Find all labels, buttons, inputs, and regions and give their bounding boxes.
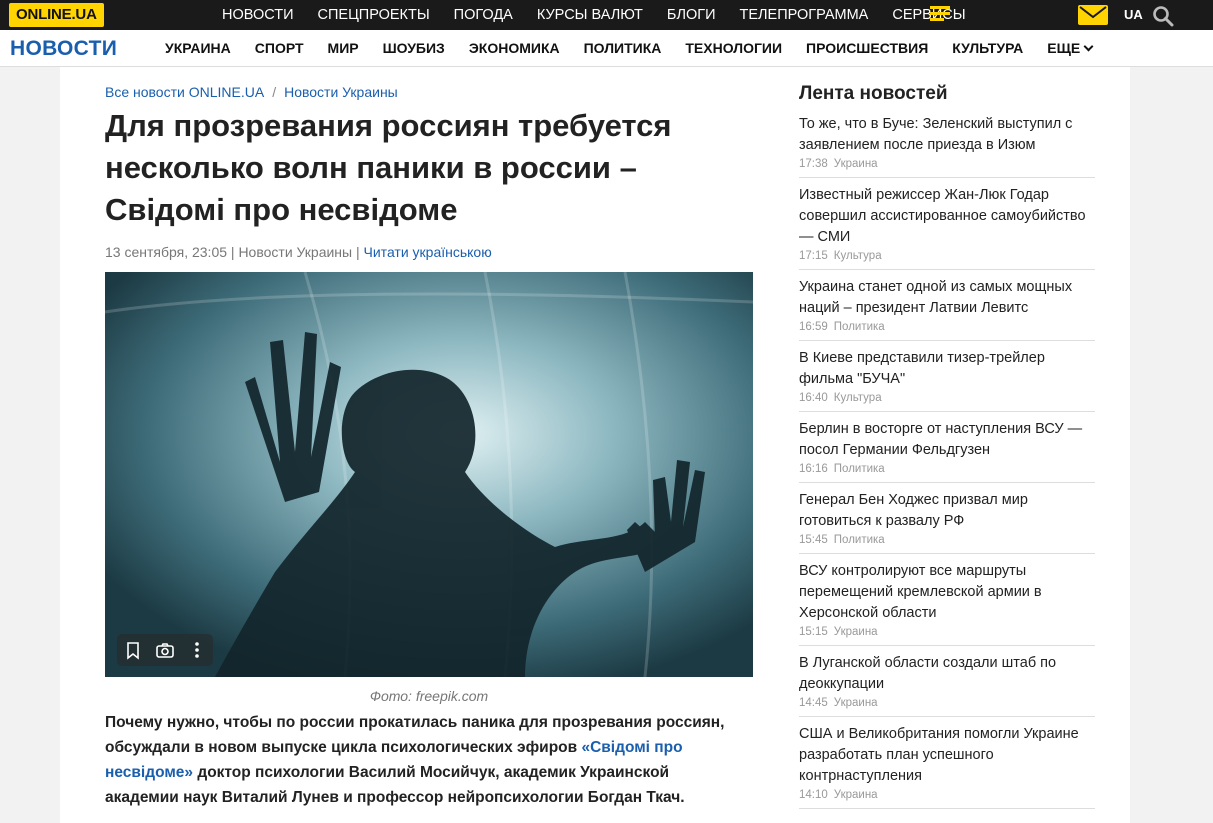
photo-caption: Фото: freepik.com	[369, 688, 489, 704]
feed-item-title[interactable]: Генерал Бен Ходжес призвал мир готовитьс…	[799, 490, 1095, 532]
search-icon[interactable]	[1152, 5, 1174, 27]
feed-item[interactable]: Генерал Бен Ходжес призвал мир готовитьс…	[799, 490, 1095, 554]
feed-item[interactable]: ВСУ контролируют все маршруты перемещени…	[799, 561, 1095, 646]
feed-item-time: 16:59	[799, 321, 828, 333]
chevron-down-icon	[1083, 41, 1094, 52]
feed-item-title[interactable]: ВСУ контролируют все маршруты перемещени…	[799, 561, 1095, 624]
feed-item-category[interactable]: Политика	[834, 463, 885, 475]
feed-item-time: 16:16	[799, 463, 828, 475]
feed-item-title[interactable]: В Киеве представили тизер-трейлер фильма…	[799, 348, 1095, 390]
camera-icon[interactable]	[154, 639, 176, 661]
feed-item-meta: 16:40 Культура	[799, 392, 1095, 404]
feed-item-title[interactable]: В Луганской области создали штаб по деок…	[799, 653, 1095, 695]
feed-item[interactable]: Известный режиссер Жан-Люк Годар соверши…	[799, 185, 1095, 270]
feed-item-time: 17:15	[799, 250, 828, 262]
feed-item-meta: 17:38 Украина	[799, 158, 1095, 170]
menu-icon[interactable]	[930, 6, 950, 24]
bookmark-icon[interactable]	[122, 639, 144, 661]
feed-item[interactable]: То же, что в Буче: Зеленский выступил с …	[799, 114, 1095, 178]
article-lead: Почему нужно, чтобы по россии прокатилас…	[105, 710, 725, 810]
feed-item-meta: 16:16 Политика	[799, 463, 1095, 475]
feed-item[interactable]: Украина станет одной из самых мощных нац…	[799, 277, 1095, 341]
breadcrumb-ukraine-news[interactable]: Новости Украины	[284, 84, 398, 100]
breadcrumb-all-news[interactable]: Все новости ONLINE.UA	[105, 84, 264, 100]
feed-item-meta: 16:59 Политика	[799, 321, 1095, 333]
news-feed: То же, что в Буче: Зеленский выступил с …	[799, 114, 1095, 816]
feed-item-title[interactable]: США и Великобритания помогли Украине раз…	[799, 724, 1095, 787]
feed-item-category[interactable]: Политика	[834, 321, 885, 333]
feed-item-category[interactable]: Украина	[834, 697, 878, 709]
cat-world[interactable]: МИР	[316, 30, 371, 67]
feed-item-meta: 17:15 Культура	[799, 250, 1095, 262]
article-photo	[105, 272, 753, 677]
feed-item-meta: 15:15 Украина	[799, 626, 1095, 638]
photo-toolbar	[117, 634, 213, 666]
translate-link[interactable]: Читати українською	[364, 244, 492, 260]
cat-ukraine[interactable]: УКРАИНА	[153, 30, 243, 67]
feed-item-time: 15:15	[799, 626, 828, 638]
cat-culture[interactable]: КУЛЬТУРА	[940, 30, 1035, 67]
section-title[interactable]: НОВОСТИ	[10, 30, 117, 67]
cat-incidents[interactable]: ПРОИСШЕСТВИЯ	[794, 30, 940, 67]
article-date: 13 сентября, 23:05	[105, 244, 228, 260]
category-nav: УКРАИНА СПОРТ МИР ШОУБИЗ ЭКОНОМИКА ПОЛИТ…	[153, 30, 1104, 67]
feed-item-title[interactable]: Известный режиссер Жан-Люк Годар соверши…	[799, 185, 1095, 248]
feed-item-time: 15:45	[799, 534, 828, 546]
top-bar: ONLINE.UA НОВОСТИ СПЕЦПРОЕКТЫ ПОГОДА КУР…	[0, 0, 1213, 30]
more-options-icon[interactable]	[186, 639, 208, 661]
top-nav-special[interactable]: СПЕЦПРОЕКТЫ	[306, 0, 442, 30]
top-nav-blogs[interactable]: БЛОГИ	[655, 0, 728, 30]
feed-item-title[interactable]: Берлин в восторге от наступления ВСУ — п…	[799, 419, 1095, 461]
feed-item-category[interactable]: Украина	[834, 626, 878, 638]
feed-item-meta: 14:10 Украина	[799, 789, 1095, 801]
top-nav-services[interactable]: СЕРВИСЫ	[880, 0, 977, 30]
feed-item-category[interactable]: Украина	[834, 789, 878, 801]
language-switch[interactable]: UA	[1124, 0, 1143, 30]
feed-item-category[interactable]: Культура	[834, 250, 882, 262]
cat-more[interactable]: ЕЩЕ	[1035, 30, 1104, 67]
cat-politics[interactable]: ПОЛИТИКА	[572, 30, 674, 67]
category-bar: НОВОСТИ УКРАИНА СПОРТ МИР ШОУБИЗ ЭКОНОМИ…	[0, 30, 1213, 67]
feed-item[interactable]: Берлин в восторге от наступления ВСУ — п…	[799, 419, 1095, 483]
article-category[interactable]: Новости Украины	[238, 244, 352, 260]
feed-item-title[interactable]: Украина станет одной из самых мощных нац…	[799, 277, 1095, 319]
feed-item-time: 14:45	[799, 697, 828, 709]
cat-economy[interactable]: ЭКОНОМИКА	[457, 30, 572, 67]
feed-item-time: 17:38	[799, 158, 828, 170]
top-nav-weather[interactable]: ПОГОДА	[442, 0, 525, 30]
feed-item-category[interactable]: Культура	[834, 392, 882, 404]
top-nav: НОВОСТИ СПЕЦПРОЕКТЫ ПОГОДА КУРСЫ ВАЛЮТ Б…	[210, 0, 978, 30]
site-logo[interactable]: ONLINE.UA	[9, 3, 104, 27]
feed-item-category[interactable]: Политика	[834, 534, 885, 546]
feed-item-meta: 15:45 Политика	[799, 534, 1095, 546]
feed-item[interactable]: В Киеве представили тизер-трейлер фильма…	[799, 348, 1095, 412]
cat-more-label: ЕЩЕ	[1047, 40, 1081, 56]
top-nav-currency[interactable]: КУРСЫ ВАЛЮТ	[525, 0, 655, 30]
cat-showbiz[interactable]: ШОУБИЗ	[371, 30, 457, 67]
article-title: Для прозревания россиян требуется нескол…	[105, 108, 672, 227]
article-meta: 13 сентября, 23:05 | Новости Украины | Ч…	[105, 244, 492, 260]
breadcrumb: Все новости ONLINE.UA / Новости Украины	[105, 84, 398, 100]
feed-item-time: 16:40	[799, 392, 828, 404]
top-nav-news[interactable]: НОВОСТИ	[210, 0, 306, 30]
top-nav-tv[interactable]: ТЕЛЕПРОГРАММА	[728, 0, 881, 30]
feed-item-time: 14:10	[799, 789, 828, 801]
content-area: Все новости ONLINE.UA / Новости Украины Дл…	[60, 67, 1130, 823]
feed-item-title[interactable]: То же, что в Буче: Зеленский выступил с …	[799, 114, 1095, 156]
news-feed-title: Лента новостей	[799, 83, 948, 104]
cat-tech[interactable]: ТЕХНОЛОГИИ	[673, 30, 794, 67]
feed-item-category[interactable]: Украина	[834, 158, 878, 170]
feed-item[interactable]: В Луганской области создали штаб по деок…	[799, 653, 1095, 717]
feed-item-meta: 14:45 Украина	[799, 697, 1095, 709]
cat-sport[interactable]: СПОРТ	[243, 30, 316, 67]
feed-item[interactable]: США и Великобритания помогли Украине раз…	[799, 724, 1095, 809]
mail-icon[interactable]	[1078, 5, 1108, 25]
